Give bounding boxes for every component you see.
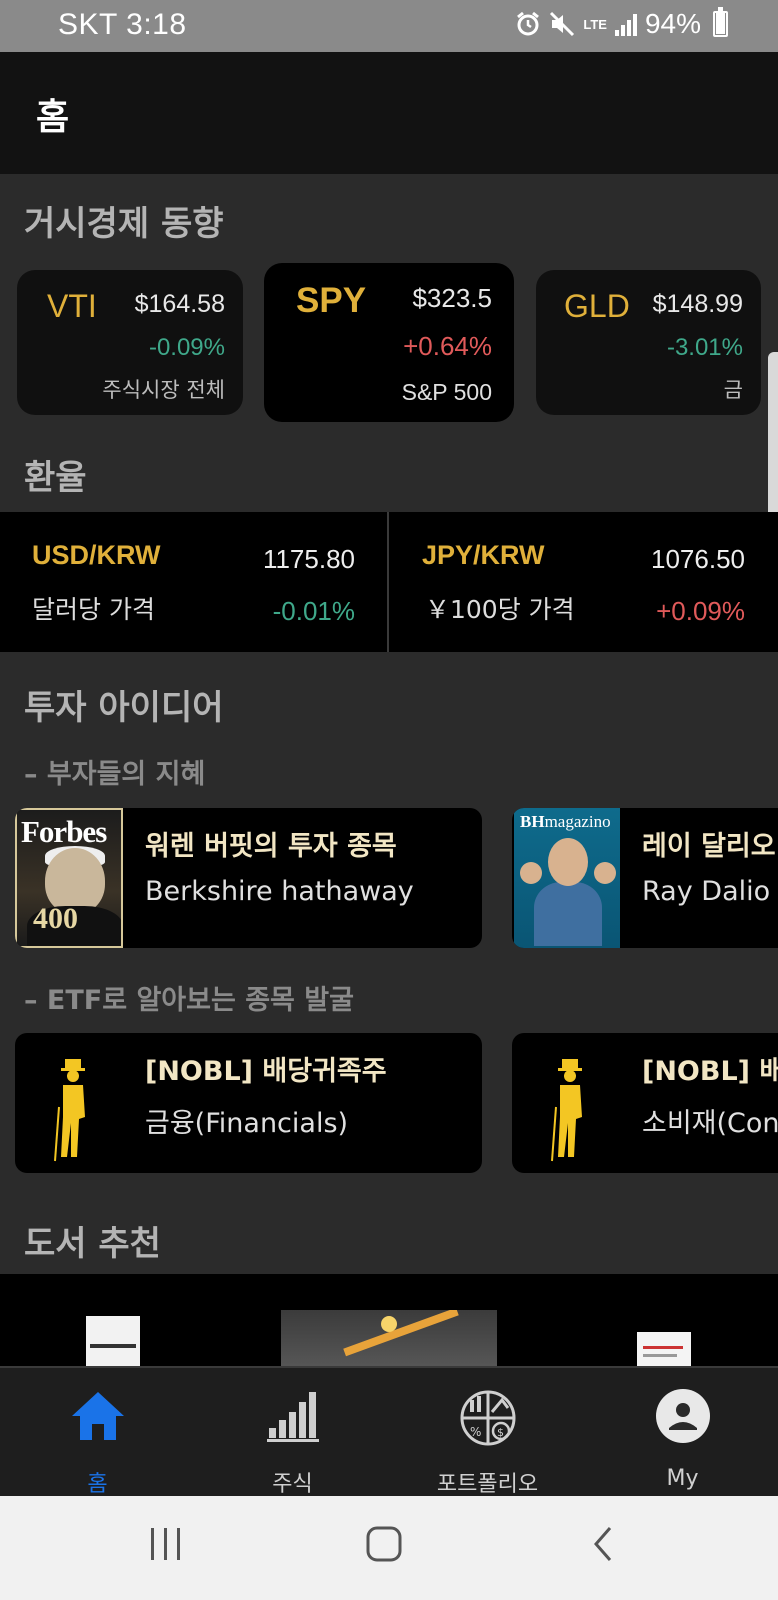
nav-my[interactable]: My (585, 1368, 778, 1498)
wisdom-subtitle: – 부자들의 지혜 (24, 759, 206, 790)
fx-section-title: 환율 (24, 458, 87, 498)
fx-desc: 달러당 가격 (32, 595, 155, 624)
nav-label: 포트폴리오 (436, 1472, 539, 1497)
page-title: 홈 (36, 97, 70, 138)
macro-desc: 주식시장 전체 (102, 378, 225, 402)
idea-card-subtitle: Berkshire hathaway (145, 876, 414, 907)
lte-icon: LTE (583, 16, 607, 32)
svg-text:%: % (470, 1425, 481, 1439)
forbes-cover-thumbnail: Forbes 400 (15, 808, 123, 948)
portfolio-icon: % $ (460, 1390, 515, 1446)
etf-card-title: [NOBL] 배당 (642, 1056, 778, 1087)
etf-card-financials[interactable]: [NOBL] 배당귀족주 금융(Financials) (15, 1033, 482, 1173)
home-button-icon[interactable] (364, 1524, 404, 1564)
status-icons: LTE 94% (515, 7, 728, 40)
idea-card-buffett[interactable]: Forbes 400 워렌 버핏의 투자 종목 Berkshire hathaw… (15, 808, 482, 948)
svg-text:$: $ (497, 1426, 504, 1439)
book-cover[interactable] (281, 1310, 497, 1370)
bh-magazine-thumbnail: BHmagazino (514, 808, 620, 948)
fx-value: 1076.50 (651, 544, 745, 574)
idea-card-title: 워렌 버핏의 투자 종목 (145, 831, 397, 862)
mute-icon (550, 11, 575, 37)
etf-subtitle: – ETF로 알아보는 종목 발굴 (24, 985, 354, 1016)
macro-desc: S&P 500 (401, 379, 492, 405)
fx-change: +0.09% (656, 596, 745, 626)
macro-card-gld[interactable]: GLD $148.99 -3.01% 금 (536, 270, 761, 415)
signal-icon (614, 12, 637, 36)
etf-card-subtitle: 금융(Financials) (145, 1108, 349, 1139)
book-cover[interactable] (86, 1316, 140, 1370)
forbes-logo: Forbes (21, 814, 107, 849)
forbes-400: 400 (33, 902, 78, 935)
macro-price: $148.99 (652, 290, 743, 318)
books-section-title: 도서 추천 (24, 1224, 161, 1264)
fx-strip: USD/KRW 1175.80 달러당 가격 -0.01% JPY/KRW 10… (0, 512, 778, 652)
status-time: SKT 3:18 (58, 8, 187, 41)
macro-symbol: VTI (47, 288, 97, 324)
macro-card-spy[interactable]: SPY $323.5 +0.64% S&P 500 (264, 263, 514, 422)
etf-card-consumer[interactable]: [NOBL] 배당 소비재(Cons (512, 1033, 778, 1173)
home-icon (71, 1392, 124, 1440)
macro-price: $164.58 (134, 290, 225, 318)
app-header: 홈 (0, 52, 778, 174)
fx-change: -0.01% (272, 596, 355, 626)
gentleman-icon (551, 1059, 582, 1162)
bottom-navigation: 홈 주식 % $ 포트폴리오 My (0, 1366, 778, 1498)
books-carousel[interactable] (0, 1274, 778, 1370)
etf-card-title: [NOBL] 배당귀족주 (145, 1056, 387, 1087)
system-navigation-bar (0, 1496, 778, 1600)
battery-percent: 94% (644, 8, 701, 39)
etf-card-subtitle: 소비재(Cons (642, 1108, 778, 1139)
fx-desc: ￥100당 가격 (425, 595, 575, 624)
gentleman-icon (54, 1059, 85, 1162)
status-bar: SKT 3:18 LTE 94% (0, 0, 778, 52)
macro-symbol: SPY (296, 281, 367, 320)
home-screen: SKT 3:18 LTE 94% 홈 거시경제 동향 VTI $164.58 -… (0, 0, 778, 1600)
idea-card-subtitle: Ray Dalio (642, 876, 771, 907)
bar-chart-icon (266, 1392, 319, 1442)
recent-apps-icon[interactable] (148, 1524, 184, 1564)
macro-desc: 금 (723, 378, 743, 402)
nav-portfolio[interactable]: % $ 포트폴리오 (390, 1368, 585, 1498)
idea-card-dalio[interactable]: BHmagazino 레이 달리오 Ray Dalio (512, 808, 778, 948)
macro-price: $323.5 (412, 283, 492, 313)
macro-change: +0.64% (403, 331, 492, 361)
battery-icon (713, 7, 728, 37)
fx-item-jpy[interactable]: JPY/KRW 1076.50 ￥100당 가격 +0.09% (389, 512, 778, 652)
macro-card-vti[interactable]: VTI $164.58 -0.09% 주식시장 전체 (17, 270, 243, 415)
nav-label: 주식 (272, 1472, 313, 1497)
nav-label: My (666, 1466, 699, 1491)
nav-home[interactable]: 홈 (0, 1368, 195, 1498)
book-cover[interactable] (637, 1332, 691, 1370)
fx-value: 1175.80 (262, 544, 355, 574)
macro-symbol: GLD (564, 288, 630, 324)
ideas-section-title: 투자 아이디어 (24, 688, 224, 728)
profile-icon (655, 1389, 710, 1443)
macro-section-title: 거시경제 동향 (24, 204, 224, 244)
bh-magazine-logo: BHmagazino (520, 812, 611, 831)
macro-change: -0.09% (148, 334, 225, 361)
back-icon[interactable] (588, 1524, 618, 1564)
alarm-icon (517, 11, 540, 36)
idea-card-title: 레이 달리오 (642, 831, 776, 862)
fx-pair: USD/KRW (32, 540, 161, 570)
macro-change: -3.01% (666, 334, 743, 361)
nav-stocks[interactable]: 주식 (195, 1368, 390, 1498)
fx-pair: JPY/KRW (422, 540, 545, 570)
nav-label: 홈 (87, 1472, 108, 1497)
fx-item-usd[interactable]: USD/KRW 1175.80 달러당 가격 -0.01% (0, 512, 387, 652)
